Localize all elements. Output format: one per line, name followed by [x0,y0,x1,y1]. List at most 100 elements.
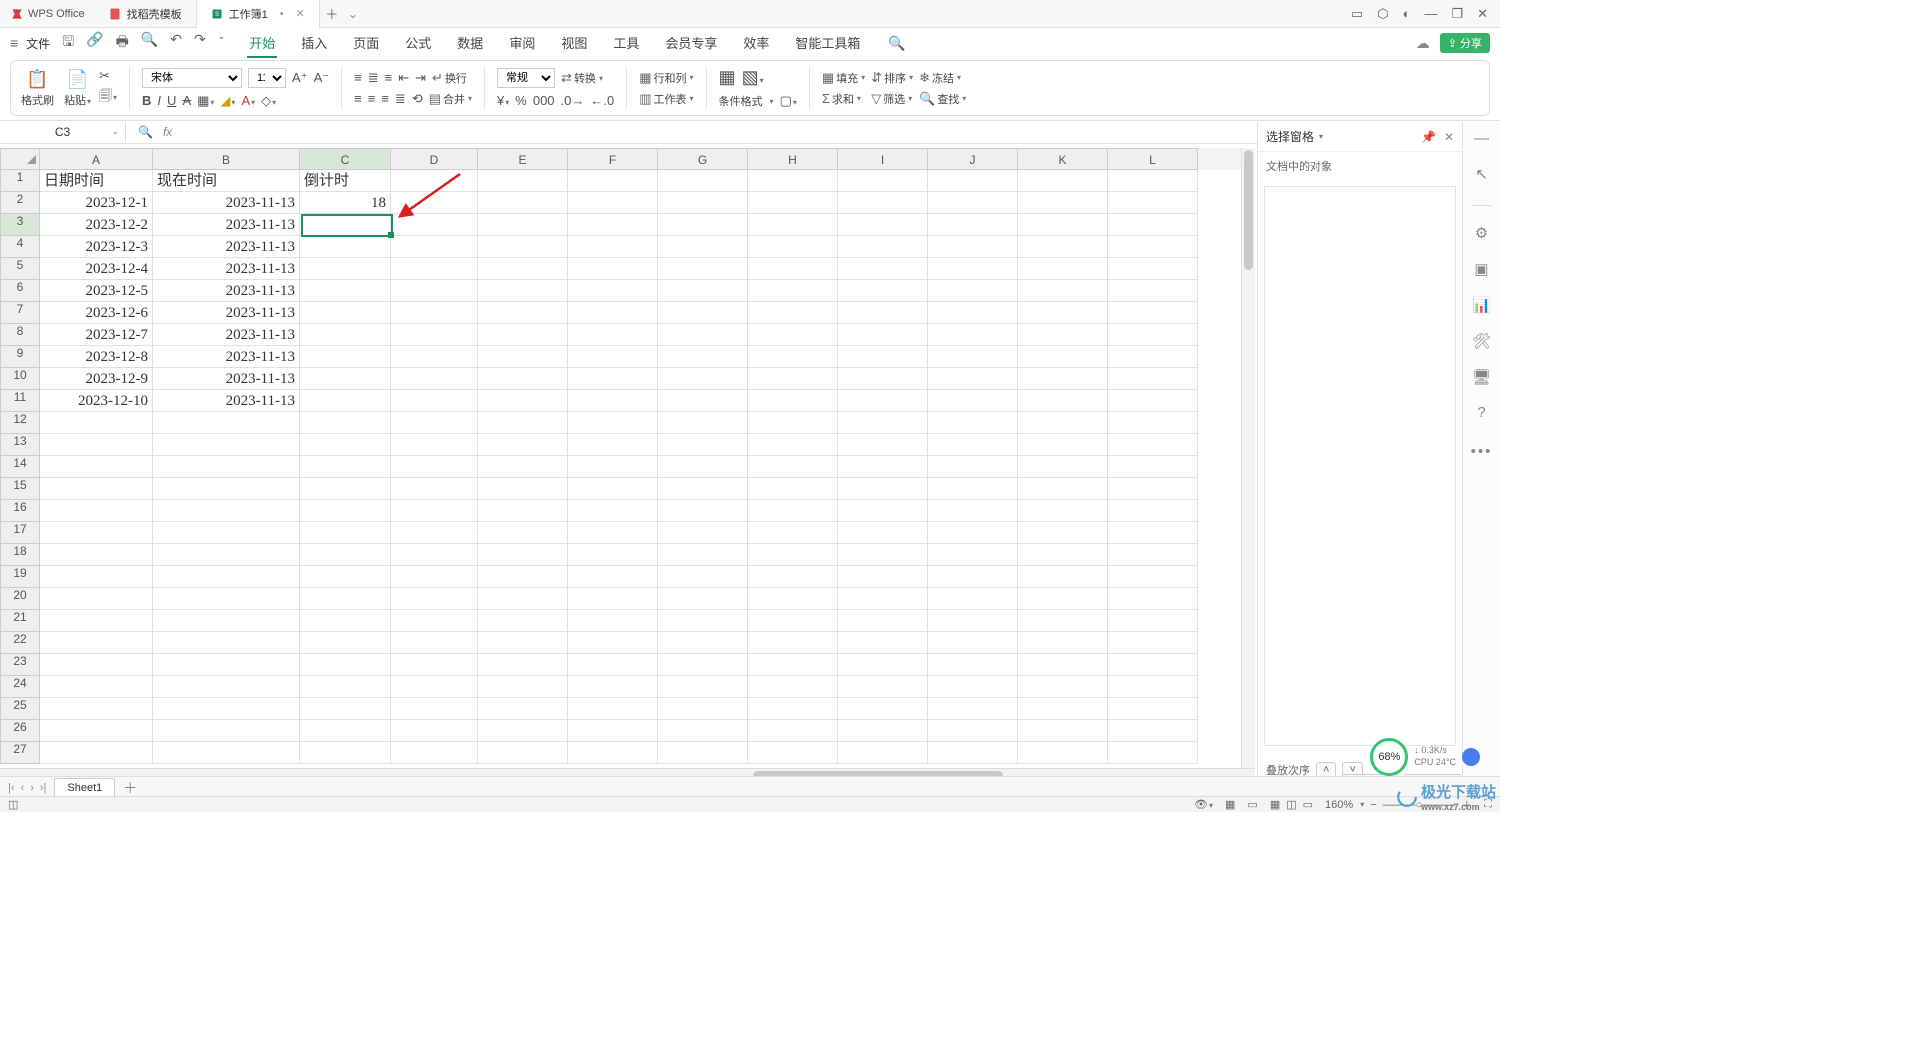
cell-A7[interactable]: 2023-12-6 [40,302,153,324]
cell-J13[interactable] [928,434,1018,456]
cell-E3[interactable] [478,214,568,236]
cell-J18[interactable] [928,544,1018,566]
cell-E4[interactable] [478,236,568,258]
cell-H25[interactable] [748,698,838,720]
cell-C5[interactable] [300,258,391,280]
cell-K14[interactable] [1018,456,1108,478]
currency-icon[interactable]: ¥▾ [497,93,509,108]
cell-C7[interactable] [300,302,391,324]
cell-A12[interactable] [40,412,153,434]
cell-J22[interactable] [928,632,1018,654]
cell-A3[interactable]: 2023-12-2 [40,214,153,236]
cell-D17[interactable] [391,522,478,544]
row-header[interactable]: 5 [0,258,40,280]
cell-E11[interactable] [478,390,568,412]
cell-F22[interactable] [568,632,658,654]
cell-G7[interactable] [658,302,748,324]
cell-G27[interactable] [658,742,748,764]
cell-F25[interactable] [568,698,658,720]
cell-J26[interactable] [928,720,1018,742]
sort-button[interactable]: ⇵排序▾ [871,70,913,86]
indent-inc-icon[interactable]: ⇥ [415,70,426,86]
cell-I27[interactable] [838,742,928,764]
search-icon[interactable]: 🔍 [888,35,905,52]
underline-icon[interactable]: U [167,93,176,108]
col-header-I[interactable]: I [838,148,928,170]
cell-E26[interactable] [478,720,568,742]
col-header-B[interactable]: B [153,148,300,170]
fill-button[interactable]: ▦填充▾ [822,70,865,86]
cell-C4[interactable] [300,236,391,258]
percent-icon[interactable]: % [515,93,527,108]
cell-C22[interactable] [300,632,391,654]
col-header-C[interactable]: C [300,148,391,170]
layout-icon[interactable]: ▣ [1474,260,1488,278]
copy-icon[interactable]: 🗐▾ [99,87,117,109]
cell-E22[interactable] [478,632,568,654]
cell-F2[interactable] [568,192,658,214]
cell-H7[interactable] [748,302,838,324]
col-header-L[interactable]: L [1108,148,1198,170]
cell-G16[interactable] [658,500,748,522]
col-header-E[interactable]: E [478,148,568,170]
cell-L26[interactable] [1108,720,1198,742]
cell-D16[interactable] [391,500,478,522]
cell-K4[interactable] [1018,236,1108,258]
cell-C2[interactable]: 18 [300,192,391,214]
fill-color-icon[interactable]: ◢▾ [220,93,235,109]
row-header[interactable]: 9 [0,346,40,368]
cell-J17[interactable] [928,522,1018,544]
col-header-H[interactable]: H [748,148,838,170]
col-header-A[interactable]: A [40,148,153,170]
cell-F18[interactable] [568,544,658,566]
cell-J15[interactable] [928,478,1018,500]
cell-I13[interactable] [838,434,928,456]
row-header[interactable]: 7 [0,302,40,324]
cell-J1[interactable] [928,170,1018,192]
row-header[interactable]: 14 [0,456,40,478]
cell-G5[interactable] [658,258,748,280]
close-window-icon[interactable]: ✕ [1477,6,1488,22]
cell-G4[interactable] [658,236,748,258]
cell-I26[interactable] [838,720,928,742]
cell-G8[interactable] [658,324,748,346]
cell-H10[interactable] [748,368,838,390]
name-box[interactable]: C3⌄ [0,122,126,142]
increase-font-icon[interactable]: A⁺ [292,70,308,86]
cell-D8[interactable] [391,324,478,346]
cell-B10[interactable]: 2023-11-13 [153,368,300,390]
row-header[interactable]: 4 [0,236,40,258]
cell-D6[interactable] [391,280,478,302]
cell-E24[interactable] [478,676,568,698]
cell-F16[interactable] [568,500,658,522]
cell-L11[interactable] [1108,390,1198,412]
cell-I10[interactable] [838,368,928,390]
tools-icon[interactable]: 🛠 [1472,332,1491,350]
cell-L19[interactable] [1108,566,1198,588]
cell-F24[interactable] [568,676,658,698]
cell-J14[interactable] [928,456,1018,478]
cell-B24[interactable] [153,676,300,698]
ribbon-insert[interactable]: 插入 [299,29,329,58]
cell-I9[interactable] [838,346,928,368]
cell-C9[interactable] [300,346,391,368]
cell-K11[interactable] [1018,390,1108,412]
cell-K10[interactable] [1018,368,1108,390]
cell-I25[interactable] [838,698,928,720]
cell-I20[interactable] [838,588,928,610]
cell-I3[interactable] [838,214,928,236]
cell-A15[interactable] [40,478,153,500]
row-header[interactable]: 15 [0,478,40,500]
status-mode-icon[interactable]: ◫ [8,798,18,811]
print-icon[interactable]: 🖶 [116,31,129,55]
cell-I14[interactable] [838,456,928,478]
cell-E25[interactable] [478,698,568,720]
cell-E10[interactable] [478,368,568,390]
cell-G23[interactable] [658,654,748,676]
cell-B4[interactable]: 2023-11-13 [153,236,300,258]
cell-D9[interactable] [391,346,478,368]
cell-L16[interactable] [1108,500,1198,522]
cell-A9[interactable]: 2023-12-8 [40,346,153,368]
cut-icon[interactable]: ✂ [99,68,117,84]
fx-icon[interactable]: fx [163,125,172,139]
